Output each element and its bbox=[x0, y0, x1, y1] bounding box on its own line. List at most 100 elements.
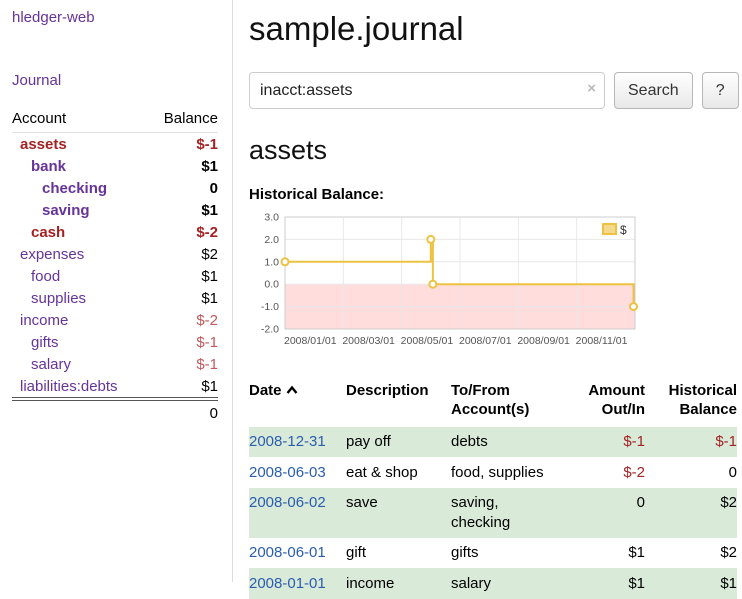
register-amount-cell: $-1 bbox=[563, 427, 645, 458]
transaction-date-link[interactable]: 2008-06-03 bbox=[249, 464, 326, 481]
account-link-liabilities-debts[interactable]: liabilities:debts bbox=[12, 378, 118, 395]
main-content: sample.journal × Search ? assets Histori… bbox=[233, 0, 742, 582]
account-row: food $1 bbox=[12, 265, 218, 287]
accounts-balance-table: Account Balance assets$-1bank$1checking0… bbox=[12, 107, 218, 425]
accounts-total-value: 0 bbox=[148, 399, 218, 425]
transaction-date-link[interactable]: 2008-12-31 bbox=[249, 433, 326, 450]
chart-canvas: 3.02.01.00.0-1.0-2.02008/01/012008/03/01… bbox=[249, 211, 647, 361]
register-accounts-cell: debts bbox=[451, 427, 563, 458]
svg-text:2008/01/01: 2008/01/01 bbox=[284, 335, 337, 347]
sidebar: hledger-web Journal Account Balance asse… bbox=[0, 0, 233, 582]
svg-text:2.0: 2.0 bbox=[264, 234, 279, 246]
sort-ascending-icon bbox=[285, 385, 299, 395]
register-balance-cell: $2 bbox=[645, 488, 737, 538]
account-link-expenses[interactable]: expenses bbox=[12, 246, 84, 263]
account-balance: $1 bbox=[148, 265, 218, 287]
register-description-cell: save bbox=[346, 488, 451, 538]
search-input-wrap: × bbox=[249, 72, 605, 109]
account-balance: $2 bbox=[148, 243, 218, 265]
register-header-amount: Amount Out/In bbox=[563, 378, 645, 427]
account-row: saving $1 bbox=[12, 199, 218, 221]
svg-text:2008/05/01: 2008/05/01 bbox=[401, 335, 454, 347]
account-row: bank$1 bbox=[12, 155, 218, 177]
account-row: expenses $2 bbox=[12, 243, 218, 265]
accounts-header-account: Account bbox=[12, 107, 148, 133]
register-date-cell: 2008-12-31 bbox=[249, 427, 346, 458]
account-row: gifts $-1 bbox=[12, 331, 218, 353]
account-link-supplies[interactable]: supplies bbox=[12, 290, 86, 307]
register-amount-cell: $1 bbox=[563, 538, 645, 569]
register-header-date[interactable]: Date bbox=[249, 378, 346, 427]
register-balance-cell: $1 bbox=[645, 568, 737, 599]
register-balance-cell: 0 bbox=[645, 457, 737, 488]
register-amount-cell: $-2 bbox=[563, 457, 645, 488]
account-link-bank[interactable]: bank bbox=[12, 158, 66, 175]
account-balance: $1 bbox=[148, 375, 218, 399]
svg-text:2008/11/01: 2008/11/01 bbox=[576, 335, 628, 347]
account-row: liabilities:debts $1 bbox=[12, 375, 218, 399]
account-balance: $-1 bbox=[148, 331, 218, 353]
register-row: 2008-01-01incomesalary$1$1 bbox=[249, 568, 737, 599]
svg-text:1.0: 1.0 bbox=[264, 256, 279, 268]
register-row: 2008-06-03eat & shopfood, supplies$-20 bbox=[249, 457, 737, 488]
account-link-gifts[interactable]: gifts bbox=[12, 334, 59, 351]
historical-balance-chart: 3.02.01.00.0-1.0-2.02008/01/012008/03/01… bbox=[249, 211, 647, 366]
register-description-cell: pay off bbox=[346, 427, 451, 458]
account-link-salary[interactable]: salary bbox=[12, 356, 71, 373]
register-date-cell: 2008-06-01 bbox=[249, 538, 346, 569]
page-title: sample.journal bbox=[249, 10, 739, 48]
register-date-cell: 2008-06-03 bbox=[249, 457, 346, 488]
register-description-cell: income bbox=[346, 568, 451, 599]
register-accounts-cell: salary bbox=[451, 568, 563, 599]
account-link-saving[interactable]: saving bbox=[12, 202, 90, 219]
account-row: assets $-1 bbox=[12, 133, 218, 156]
clear-search-icon[interactable]: × bbox=[587, 81, 596, 96]
account-row: checking0 bbox=[12, 177, 218, 199]
register-accounts-cell: food, supplies bbox=[451, 457, 563, 488]
account-row: supplies $1 bbox=[12, 287, 218, 309]
account-balance: $1 bbox=[148, 199, 218, 221]
account-link-assets[interactable]: assets bbox=[12, 136, 67, 153]
hledger-web-app: hledger-web Journal Account Balance asse… bbox=[0, 0, 742, 582]
register-row: 2008-06-02 savesaving, checking0$2 bbox=[249, 488, 737, 538]
account-balance: $-2 bbox=[148, 221, 218, 243]
svg-text:0.0: 0.0 bbox=[264, 279, 279, 291]
search-button[interactable]: Search bbox=[614, 72, 693, 109]
register-description-cell: gift bbox=[346, 538, 451, 569]
chart-title: Historical Balance: bbox=[249, 186, 739, 203]
register-table: Date Description To/From Account(s) Amou… bbox=[249, 378, 737, 599]
svg-text:3.0: 3.0 bbox=[264, 212, 279, 224]
register-balance-cell: $-1 bbox=[645, 427, 737, 458]
register-amount-cell: $1 bbox=[563, 568, 645, 599]
accounts-total-spacer bbox=[12, 399, 148, 425]
transaction-date-link[interactable]: 2008-01-01 bbox=[249, 575, 326, 592]
accounts-header-balance: Balance bbox=[148, 107, 218, 133]
svg-text:2008/07/01: 2008/07/01 bbox=[459, 335, 512, 347]
register-row: 2008-12-31pay offdebts$-1$-1 bbox=[249, 427, 737, 458]
account-row: salary $-1 bbox=[12, 353, 218, 375]
accounts-total-row: 0 bbox=[12, 399, 218, 425]
account-balance: $-2 bbox=[148, 309, 218, 331]
account-link-income[interactable]: income bbox=[12, 312, 68, 329]
search-input[interactable] bbox=[249, 72, 605, 109]
register-amount-cell: 0 bbox=[563, 488, 645, 538]
account-link-checking[interactable]: checking bbox=[12, 180, 107, 197]
register-row: 2008-06-01giftgifts$1$2 bbox=[249, 538, 737, 569]
account-link-food[interactable]: food bbox=[12, 268, 60, 285]
account-balance: $-1 bbox=[148, 133, 218, 156]
help-button[interactable]: ? bbox=[702, 72, 739, 109]
account-balance: $-1 bbox=[148, 353, 218, 375]
transaction-date-link[interactable]: 2008-06-01 bbox=[249, 544, 326, 561]
svg-text:-2.0: -2.0 bbox=[261, 324, 279, 336]
svg-text:-1.0: -1.0 bbox=[261, 301, 279, 313]
account-link-cash[interactable]: cash bbox=[12, 224, 65, 241]
register-accounts-cell: saving, checking bbox=[451, 488, 563, 538]
register-header-description: Description bbox=[346, 378, 451, 427]
register-header-row: Date Description To/From Account(s) Amou… bbox=[249, 378, 737, 427]
account-balance: $1 bbox=[148, 287, 218, 309]
account-heading: assets bbox=[249, 135, 739, 166]
register-balance-cell: $2 bbox=[645, 538, 737, 569]
sidebar-item-journal[interactable]: Journal bbox=[12, 72, 218, 89]
app-title-link[interactable]: hledger-web bbox=[12, 9, 218, 26]
transaction-date-link[interactable]: 2008-06-02 bbox=[249, 494, 326, 511]
